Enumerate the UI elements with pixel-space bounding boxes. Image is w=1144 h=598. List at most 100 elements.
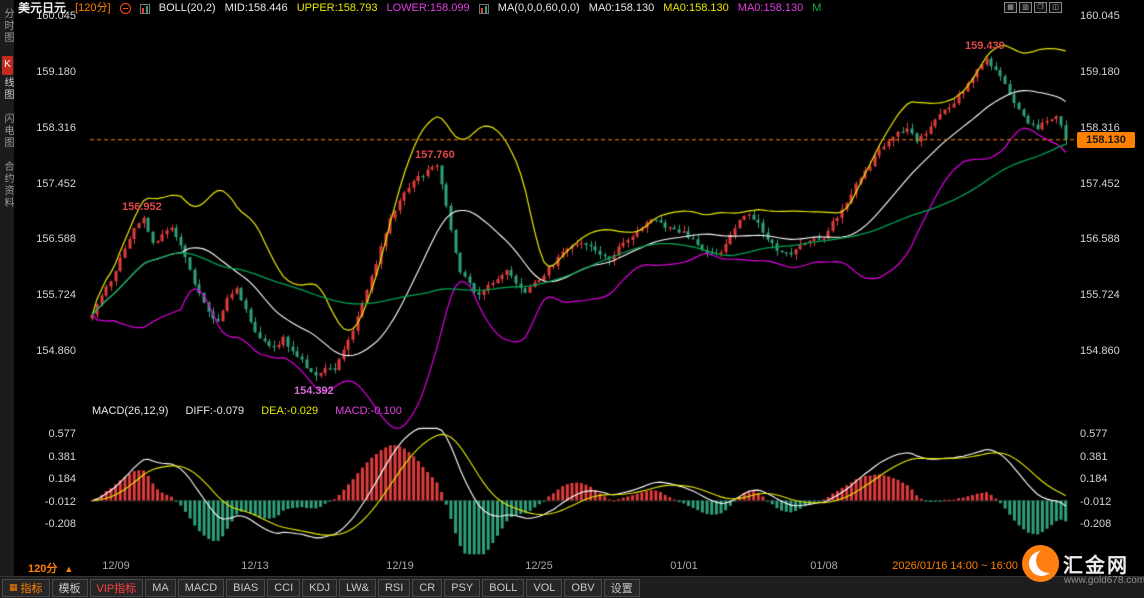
dual-window-icon[interactable]: ▥ (1019, 2, 1032, 13)
x-axis-date-label: 12/19 (386, 560, 414, 572)
toolbar-button-label: CR (419, 582, 435, 594)
boll-upper-value: UPPER:158.793 (297, 2, 378, 14)
ma-indicator-icon[interactable] (479, 4, 489, 14)
macd-axis-label-left: -0.208 (45, 518, 76, 530)
single-window-icon[interactable]: ❐ (1034, 2, 1047, 13)
boll-indicator-icon[interactable] (140, 4, 150, 14)
macd-params-label: MACD(26,12,9) (92, 405, 168, 417)
swing-low-label: 154.392 (294, 385, 334, 397)
macd-axis-label-left: 0.184 (48, 473, 76, 485)
toolbar-button-macd[interactable]: MACD (178, 579, 224, 597)
price-axis-label-left: 157.452 (36, 178, 76, 190)
macd-axis-label-right: 0.184 (1080, 473, 1108, 485)
x-axis-date-label: 12/09 (102, 560, 130, 572)
swing-high-label: 157.760 (415, 149, 455, 161)
toolbar-button-cci[interactable]: CCI (267, 579, 300, 597)
icon-bar (146, 6, 148, 13)
window-layout-controls: ▦ ▥ ❐ ◫ (1004, 2, 1062, 13)
toolbar-button-label: PSY (451, 582, 473, 594)
ma-value-2: MA0:158.130 (663, 2, 728, 14)
toolbar-button-templates[interactable]: 模板 (52, 579, 88, 597)
toolbar-button-label: 模板 (59, 580, 81, 596)
current-candle-time-range: 2026/01/16 14:00 ~ 16:00 (892, 560, 1018, 572)
sidebar-tab-label: 线图 (2, 77, 13, 101)
toolbar-button-label: KDJ (309, 582, 330, 594)
ma-value-3: MA0:158.130 (738, 2, 803, 14)
price-axis-label-right: 159.180 (1080, 66, 1120, 78)
x-axis-date-label: 01/08 (810, 560, 838, 572)
x-axis-date-label: 12/13 (241, 560, 269, 572)
sidebar-tab-lightning-chart[interactable]: 闪电图 (0, 113, 14, 149)
toolbar-button-rsi[interactable]: RSI (378, 579, 410, 597)
swing-high-label: 159.439 (965, 40, 1005, 52)
price-axis-label-left: 155.724 (36, 289, 76, 301)
sidebar-tab-kline-chart[interactable]: K 线图 (0, 56, 14, 101)
ma-params-label: MA(0,0,0,60,0,0) (498, 2, 580, 14)
toolbar-button-vol[interactable]: VOL (526, 579, 562, 597)
x-axis-date-label: 12/25 (525, 560, 553, 572)
price-axis-label-right: 155.724 (1080, 289, 1120, 301)
minus-circle-icon[interactable] (120, 3, 131, 14)
toolbar-button-psy[interactable]: PSY (444, 579, 480, 597)
boll-mid-value: MID:158.446 (225, 2, 288, 14)
price-axis-label-left: 154.860 (36, 345, 76, 357)
toolbar-button-ma[interactable]: MA (145, 579, 176, 597)
fullscreen-icon[interactable]: ◫ (1049, 2, 1062, 13)
toolbar-button-indicators[interactable]: ▦指标 (2, 579, 50, 597)
macd-axis-label-left: -0.012 (45, 496, 76, 508)
boll-lower-value: LOWER:158.099 (387, 2, 470, 14)
timeframe-selector[interactable]: 120分 ▲ (28, 560, 73, 576)
icon-bar (142, 8, 144, 13)
icon-bar (485, 6, 487, 13)
toolbar-button-settings[interactable]: 设置 (604, 579, 640, 597)
dropdown-arrow-icon: ▲ (64, 564, 73, 574)
x-axis-date-label: 01/01 (670, 560, 698, 572)
timeframe-label: 120分 (28, 563, 57, 575)
price-axis-label-right: 156.588 (1080, 233, 1120, 245)
macd-axis-label-right: 0.577 (1080, 428, 1108, 440)
active-tab-badge: K (2, 56, 13, 75)
toolbar-button-kdj[interactable]: KDJ (302, 579, 337, 597)
macd-axis-label-right: -0.208 (1080, 518, 1111, 530)
toolbar-button-vip-indicators[interactable]: VIP指标 (90, 579, 144, 597)
toolbar-button-label: MACD (185, 582, 217, 594)
sidebar-tab-contract-info[interactable]: 合约资料 (0, 161, 14, 209)
macd-axis-label-right: 0.381 (1080, 451, 1108, 463)
macd-diff-value: DIFF:-0.079 (185, 405, 244, 417)
macd-axis-label-left: 0.381 (48, 451, 76, 463)
macd-axis-label-right: -0.012 (1080, 496, 1111, 508)
toolbar-button-boll[interactable]: BOLL (482, 579, 524, 597)
last-price-tag: 158.130 (1077, 132, 1135, 148)
swing-high-label: 156.952 (122, 201, 162, 213)
brand-url: www.gold678.com (1064, 575, 1144, 586)
toolbar-button-label: 指标 (21, 580, 43, 596)
ma-value-1: MA0:158.130 (589, 2, 654, 14)
brand-name: 汇金网 (1063, 549, 1129, 578)
toolbar-button-label: MA (152, 582, 169, 594)
sidebar-tab-time-chart[interactable]: 分时图 (0, 8, 14, 44)
price-axis-label-left: 156.588 (36, 233, 76, 245)
toolbar-button-obv[interactable]: OBV (564, 579, 601, 597)
macd-axis-label-left: 0.577 (48, 428, 76, 440)
price-axis-label-right: 160.045 (1080, 10, 1120, 22)
toolbar-button-label: RSI (385, 582, 403, 594)
ma-value-4: M (812, 2, 821, 14)
price-axis-label-right: 157.452 (1080, 178, 1120, 190)
toolbar-button-cr[interactable]: CR (412, 579, 442, 597)
kline-chart-canvas[interactable] (0, 0, 1144, 598)
toolbar-button-label: BOLL (489, 582, 517, 594)
macd-dea-value: DEA:-0.029 (261, 405, 318, 417)
boll-params-label: BOLL(20,2) (159, 2, 216, 14)
toolbar-button-label: BIAS (233, 582, 258, 594)
indicator-toolbar: ▦指标模板 VIP指标 MA MACD BIAS CCI KDJ LW&RSI CR PSY BOL… (0, 576, 1144, 598)
chart-header: 美元日元 [120分] BOLL(20,2) MID:158.446 UPPER… (18, 2, 998, 16)
toolbar-button-lwr[interactable]: LW& (339, 579, 376, 597)
icon-bar (481, 8, 483, 13)
symbol-name: 美元日元 (18, 2, 66, 15)
left-tab-sidebar: 分时图 K 线图闪电图合约资料 (0, 0, 14, 576)
trading-app-window: 分时图 K 线图闪电图合约资料 美元日元 [120分] BOLL(20,2) MID… (0, 0, 1144, 598)
price-axis-label-right: 154.860 (1080, 345, 1120, 357)
multi-window-icon[interactable]: ▦ (1004, 2, 1017, 13)
toolbar-button-label: LW& (346, 582, 369, 594)
toolbar-button-bias[interactable]: BIAS (226, 579, 265, 597)
